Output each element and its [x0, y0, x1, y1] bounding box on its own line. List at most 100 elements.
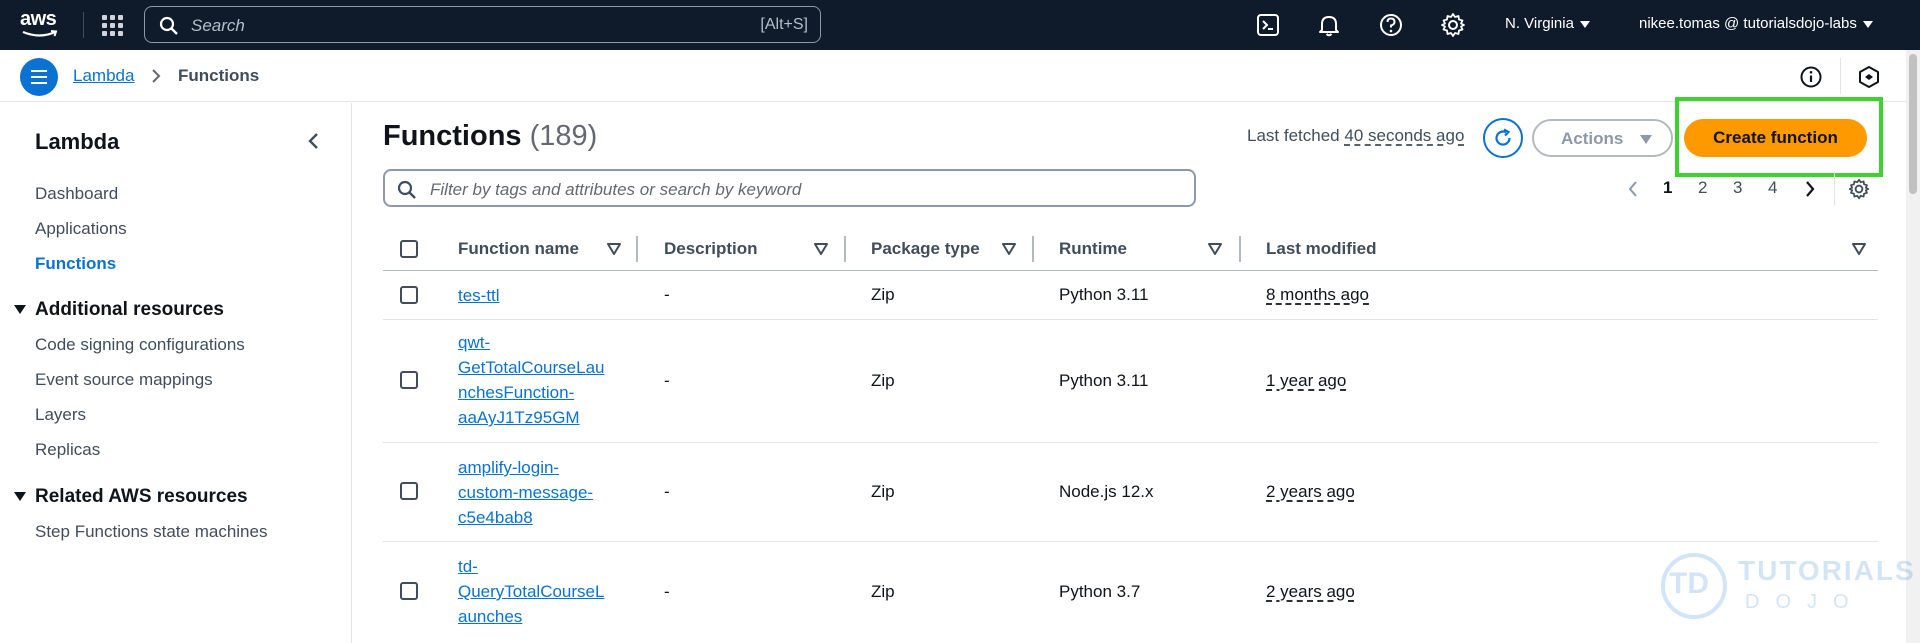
row-checkbox[interactable] — [400, 371, 418, 389]
function-count: (189) — [529, 120, 598, 152]
aws-logo[interactable]: aws — [20, 8, 64, 42]
function-name-line: c5e4bab8 — [458, 508, 533, 527]
function-name-line: aunches — [458, 607, 523, 626]
expand-triangle-icon — [14, 305, 26, 315]
gear-icon[interactable] — [1440, 12, 1466, 38]
last-modified-cell: 8 months ago — [1266, 285, 1370, 304]
function-name-link[interactable]: tes-ttl — [458, 283, 618, 308]
sidebar-item-event-source-mappings[interactable]: Event source mappings — [35, 370, 213, 390]
navigation-menu-button[interactable] — [20, 58, 58, 96]
description-cell: - — [664, 582, 670, 601]
page-title-text: Functions — [383, 120, 522, 152]
column-header-last-modified[interactable]: Last modified — [1266, 239, 1377, 259]
row-checkbox[interactable] — [400, 582, 418, 600]
function-name-line: amplify-login- — [458, 458, 560, 477]
row-checkbox[interactable] — [400, 482, 418, 500]
column-resizer[interactable] — [844, 236, 846, 262]
create-function-button[interactable]: Create function — [1684, 119, 1867, 157]
page-title: Functions (189) — [383, 120, 597, 153]
filter-input[interactable]: Filter by tags and attributes or search … — [383, 169, 1196, 207]
table-row[interactable]: td- QueryTotalCourseL aunches - Zip Pyth… — [383, 542, 1878, 643]
caret-down-icon — [1579, 20, 1590, 28]
help-icon[interactable] — [1378, 12, 1404, 38]
description-cell: - — [664, 482, 670, 501]
package-type-cell: Zip — [871, 482, 895, 501]
runtime-cell: Node.js 12.x — [1059, 482, 1154, 501]
column-resizer[interactable] — [1032, 236, 1034, 262]
page-2-button[interactable]: 2 — [1698, 178, 1707, 198]
actions-dropdown-button[interactable]: Actions — [1532, 119, 1673, 157]
sidebar-section-additional-resources[interactable]: Additional resources — [14, 299, 224, 321]
sidebar-item-replicas[interactable]: Replicas — [35, 440, 100, 460]
sort-icon[interactable] — [1852, 242, 1866, 256]
breadcrumb-current: Functions — [178, 66, 260, 85]
collapse-sidebar-icon[interactable] — [306, 131, 322, 151]
table-row[interactable]: tes-ttl - Zip Python 3.11 8 months ago — [383, 271, 1878, 320]
row-checkbox[interactable] — [400, 286, 418, 304]
function-name-line: td- — [458, 557, 478, 576]
sidebar-title[interactable]: Lambda — [35, 129, 119, 155]
account-menu[interactable]: nikee.tomas @ tutorialsdojo-labs — [1639, 15, 1873, 32]
sort-icon[interactable] — [607, 242, 621, 256]
table-row[interactable]: qwt- GetTotalCourseLau nchesFunction- aa… — [383, 320, 1878, 443]
sidebar-item-step-functions[interactable]: Step Functions state machines — [35, 522, 267, 542]
table-preferences-gear-icon[interactable] — [1848, 178, 1870, 200]
topbar-divider — [83, 12, 84, 38]
scrollbar-thumb[interactable] — [1909, 54, 1917, 194]
function-name-line: QueryTotalCourseL — [458, 582, 605, 601]
global-search-input[interactable]: Search [Alt+S] — [144, 6, 821, 43]
sidebar-item-functions[interactable]: Functions — [35, 254, 116, 274]
page-3-button[interactable]: 3 — [1733, 178, 1742, 198]
sidebar-section-title: Related AWS resources — [35, 486, 248, 507]
account-label: nikee.tomas @ tutorialsdojo-labs — [1639, 15, 1857, 32]
caret-down-icon — [1640, 135, 1652, 144]
page-4-button[interactable]: 4 — [1768, 178, 1777, 198]
refresh-icon — [1495, 128, 1511, 146]
search-icon — [397, 180, 416, 199]
package-type-cell: Zip — [871, 371, 895, 390]
function-name-link[interactable]: td- QueryTotalCourseL aunches — [458, 554, 618, 629]
last-modified-cell: 2 years ago — [1266, 582, 1355, 601]
function-name-line: qwt- — [458, 333, 491, 352]
last-fetched-time: 40 seconds ago — [1344, 126, 1465, 145]
column-header-runtime[interactable]: Runtime — [1059, 239, 1127, 259]
sort-icon[interactable] — [1002, 242, 1016, 256]
last-modified-cell: 2 years ago — [1266, 482, 1355, 501]
table-header: Function name Description Package type R… — [383, 229, 1878, 271]
column-header-package-type[interactable]: Package type — [871, 239, 980, 259]
region-selector[interactable]: N. Virginia — [1505, 15, 1590, 32]
table-row[interactable]: amplify-login- custom-message- c5e4bab8 … — [383, 443, 1878, 542]
last-fetched-status: Last fetched 40 seconds ago — [1247, 126, 1464, 146]
column-resizer[interactable] — [636, 236, 638, 262]
info-icon[interactable] — [1799, 65, 1823, 89]
sort-icon[interactable] — [814, 242, 828, 256]
description-cell: - — [664, 371, 670, 390]
sidebar-item-dashboard[interactable]: Dashboard — [35, 184, 118, 204]
bell-icon[interactable] — [1316, 12, 1342, 38]
column-resizer[interactable] — [1239, 236, 1241, 262]
previous-page-icon[interactable] — [1627, 180, 1639, 198]
column-header-description[interactable]: Description — [664, 239, 758, 259]
function-name-link[interactable]: amplify-login- custom-message- c5e4bab8 — [458, 455, 618, 530]
function-name-line: aaAyJ1Tz95GM — [458, 408, 580, 427]
sidebar-section-related-aws-resources[interactable]: Related AWS resources — [14, 486, 248, 508]
refresh-button[interactable] — [1483, 118, 1523, 158]
cloudshell-icon[interactable] — [1255, 12, 1281, 38]
apps-grid-icon[interactable] — [100, 13, 124, 37]
sidebar-item-layers[interactable]: Layers — [35, 405, 86, 425]
column-header-function-name[interactable]: Function name — [458, 239, 579, 259]
hexagon-settings-icon[interactable] — [1857, 65, 1881, 89]
function-name-link[interactable]: qwt- GetTotalCourseLau nchesFunction- aa… — [458, 330, 618, 430]
sort-icon[interactable] — [1208, 242, 1222, 256]
page-1-button[interactable]: 1 — [1663, 178, 1672, 198]
next-page-icon[interactable] — [1804, 180, 1816, 198]
runtime-cell: Python 3.11 — [1059, 285, 1149, 304]
sidebar-item-code-signing[interactable]: Code signing configurations — [35, 335, 245, 355]
sidebar-item-applications[interactable]: Applications — [35, 219, 127, 239]
top-navigation-bar: aws Search [Alt+S] N. Virginia nikee.tom… — [0, 0, 1920, 50]
hamburger-line — [31, 82, 47, 84]
select-all-checkbox[interactable] — [400, 240, 418, 258]
aws-logo-text: aws — [20, 8, 57, 30]
last-fetched-label: Last fetched — [1247, 126, 1340, 145]
breadcrumb-lambda-link[interactable]: Lambda — [73, 66, 134, 86]
